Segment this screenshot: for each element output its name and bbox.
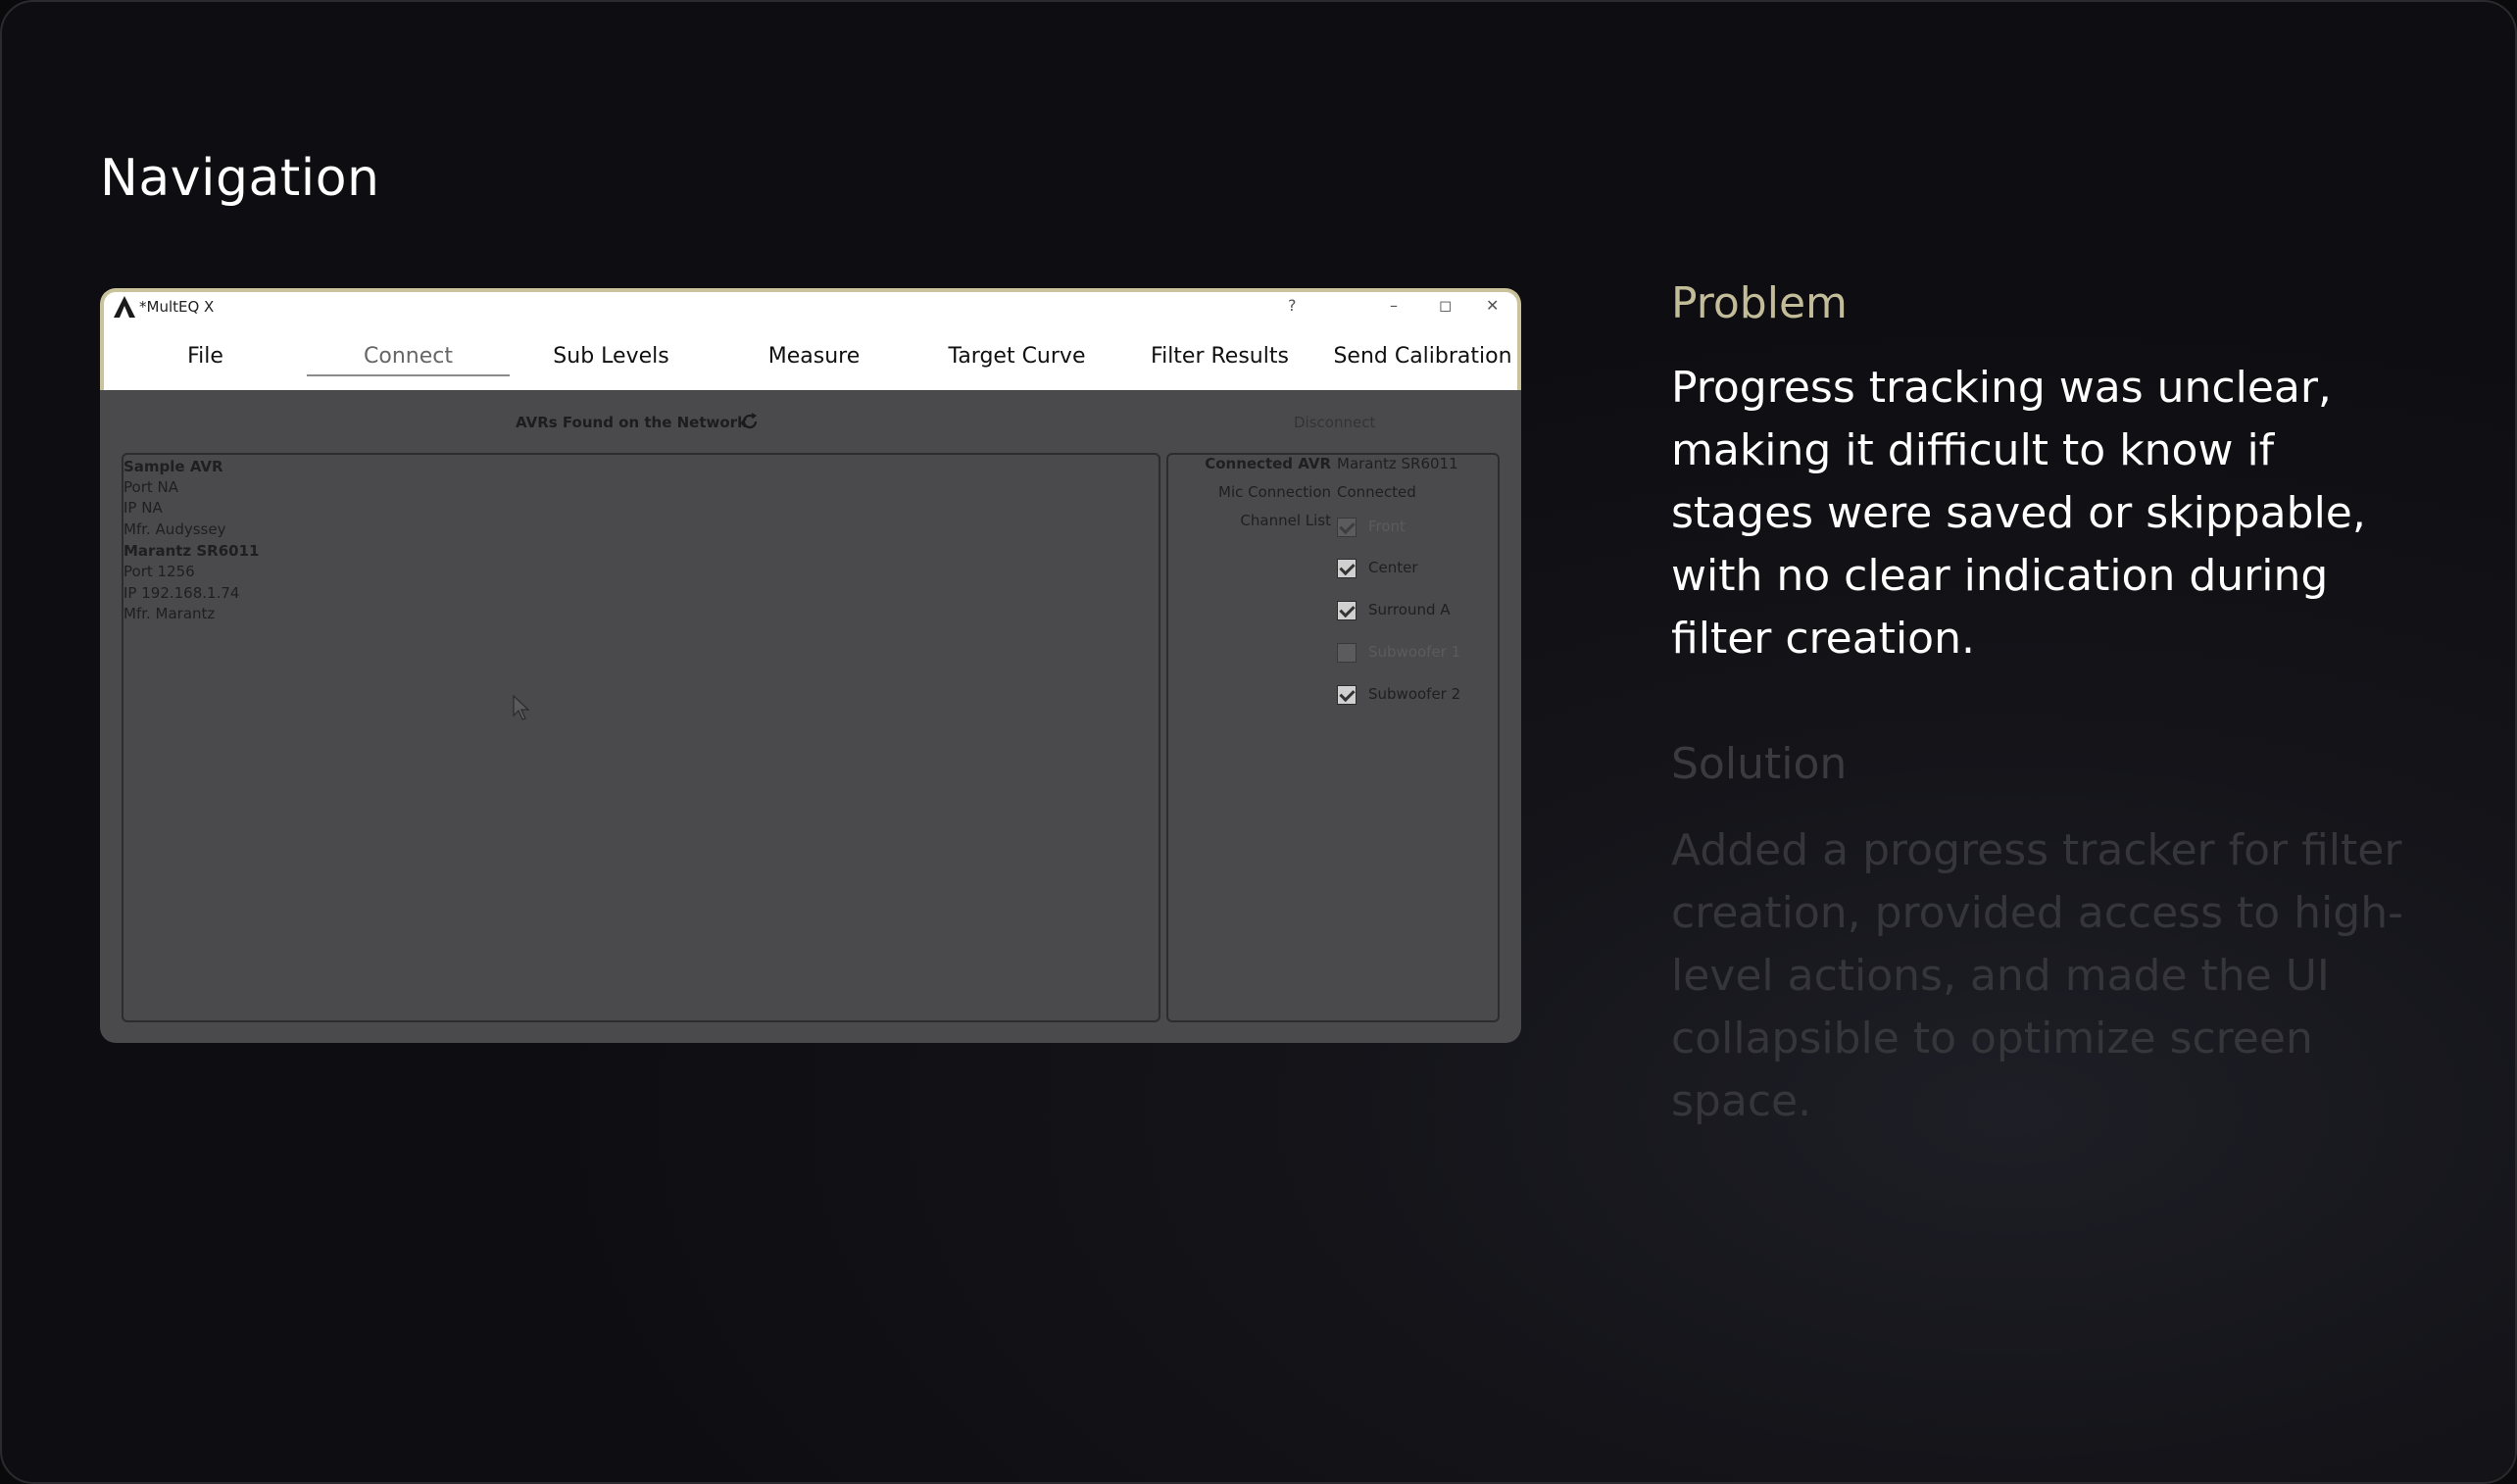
- channel-center-label: Center: [1368, 559, 1418, 576]
- nav-send-calibration[interactable]: Send Calibration: [1321, 339, 1521, 374]
- section-title: Navigation: [100, 149, 380, 208]
- channel-front-label: Front: [1368, 518, 1406, 535]
- nav-filter-results[interactable]: Filter Results: [1118, 339, 1321, 374]
- avr-ip: IP 192.168.1.74: [123, 584, 240, 602]
- avr-list-header: AVRs Found on the Network: [516, 414, 748, 431]
- close-button[interactable]: ✕: [1486, 296, 1499, 315]
- refresh-icon[interactable]: [739, 411, 761, 432]
- problem-body: Progress tracking was unclear, making it…: [1671, 363, 2366, 664]
- problem-title: Problem: [1671, 278, 1848, 328]
- avr-port: Port NA: [123, 478, 178, 496]
- nav-target-curve[interactable]: Target Curve: [915, 339, 1118, 374]
- channel-surround-a-label: Surround A: [1368, 601, 1451, 618]
- mic-connection-label: Mic Connection: [1218, 483, 1331, 501]
- connected-avr-value: Marantz SR6011: [1337, 455, 1458, 472]
- title-bar: *MultEQ X ? – ◻ ✕ File Connect Sub Level…: [100, 288, 1521, 390]
- channel-center-checkbox[interactable]: [1337, 559, 1357, 578]
- disconnect-button[interactable]: Disconnect: [1294, 414, 1375, 431]
- connected-avr-label: Connected AVR: [1205, 455, 1331, 472]
- avr-ip: IP NA: [123, 499, 163, 517]
- connection-details-panel: [1166, 453, 1500, 1022]
- mic-connection-value: Connected: [1337, 483, 1416, 501]
- channel-subwoofer-2-checkbox[interactable]: [1337, 685, 1357, 705]
- restore-button[interactable]: ◻: [1439, 296, 1452, 315]
- avr-mfr: Mfr. Marantz: [123, 605, 216, 622]
- solution-title: Solution: [1671, 739, 1848, 789]
- app-window: *MultEQ X ? – ◻ ✕ File Connect Sub Level…: [100, 288, 1521, 1043]
- nav-file[interactable]: File: [104, 339, 307, 374]
- app-title: *MultEQ X: [139, 298, 215, 316]
- channel-subwoofer-1-checkbox[interactable]: [1337, 643, 1357, 663]
- help-button[interactable]: ?: [1288, 296, 1297, 315]
- nav-sub-levels[interactable]: Sub Levels: [510, 339, 713, 374]
- mouse-cursor-icon: [513, 694, 530, 720]
- channel-subwoofer-1-label: Subwoofer 1: [1368, 643, 1461, 661]
- channel-surround-a-checkbox[interactable]: [1337, 601, 1357, 620]
- nav-connect[interactable]: Connect: [307, 339, 510, 376]
- nav-measure[interactable]: Measure: [713, 339, 915, 374]
- app-logo-icon: [114, 296, 135, 318]
- solution-body: Added a progress tracker for filter crea…: [1671, 825, 2403, 1126]
- avr-list-panel[interactable]: Sample AVR Port NA IP NA Mfr. Audyssey M…: [122, 453, 1160, 1022]
- channel-list-label: Channel List: [1240, 512, 1331, 529]
- avr-port: Port 1256: [123, 563, 195, 580]
- slide-card: Navigation *MultEQ X ? – ◻ ✕ File Connec…: [0, 0, 2517, 1484]
- main-nav: File Connect Sub Levels Measure Target C…: [104, 339, 1521, 382]
- avr-mfr: Mfr. Audyssey: [123, 520, 226, 538]
- minimize-button[interactable]: –: [1390, 296, 1398, 315]
- avr-name[interactable]: Marantz SR6011: [123, 541, 259, 562]
- channel-subwoofer-2-label: Subwoofer 2: [1368, 685, 1461, 703]
- avr-name[interactable]: Sample AVR: [123, 457, 223, 477]
- channel-front-checkbox[interactable]: [1337, 518, 1357, 537]
